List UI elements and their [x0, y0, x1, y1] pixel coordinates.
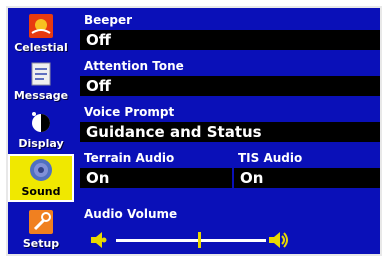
sidebar-item-label: Sound [21, 185, 61, 198]
celestial-icon [29, 14, 53, 38]
audio-volume-slider-thumb[interactable] [197, 232, 201, 248]
sidebar-item-setup[interactable]: Setup [8, 204, 74, 252]
sidebar-item-display[interactable]: Display [8, 104, 74, 152]
sidebar-item-sound[interactable]: Sound [8, 154, 74, 202]
sidebar-item-label: Setup [22, 237, 60, 250]
sidebar-item-label: Celestial [14, 41, 68, 54]
setup-icon [29, 210, 53, 234]
sidebar-item-label: Display [18, 137, 64, 150]
terrain-audio-label: Terrain Audio [84, 151, 175, 165]
sidebar-item-celestial[interactable]: Celestial [8, 8, 74, 56]
tis-audio-field[interactable]: On [234, 168, 380, 188]
terrain-audio-field[interactable]: On [80, 168, 232, 188]
sidebar: Celestial Message Display Sound Setup [8, 8, 74, 254]
sidebar-item-message[interactable]: Message [8, 56, 74, 104]
volume-high-speaker-icon [269, 232, 288, 248]
volume-low-speaker-icon [91, 232, 107, 248]
voice-prompt-field[interactable]: Guidance and Status [80, 122, 380, 142]
message-icon [31, 62, 51, 86]
sidebar-item-label: Message [13, 89, 69, 102]
beeper-label: Beeper [84, 13, 133, 27]
sound-settings-screen: Celestial Message Display Sound Setup Be… [6, 6, 382, 256]
tis-audio-label: TIS Audio [238, 151, 303, 165]
voice-prompt-label: Voice Prompt [84, 105, 175, 119]
attention-tone-field[interactable]: Off [80, 76, 380, 96]
attention-tone-label: Attention Tone [84, 59, 184, 73]
display-icon [32, 112, 50, 132]
beeper-field[interactable]: Off [80, 30, 380, 50]
sound-settings-panel: Beeper Off Attention Tone Off Voice Prom… [76, 8, 380, 254]
audio-volume-label: Audio Volume [84, 207, 178, 221]
audio-volume-slider-track[interactable] [116, 239, 266, 242]
speaker-icon [30, 159, 52, 181]
device-frame: Celestial Message Display Sound Setup Be… [0, 0, 388, 260]
